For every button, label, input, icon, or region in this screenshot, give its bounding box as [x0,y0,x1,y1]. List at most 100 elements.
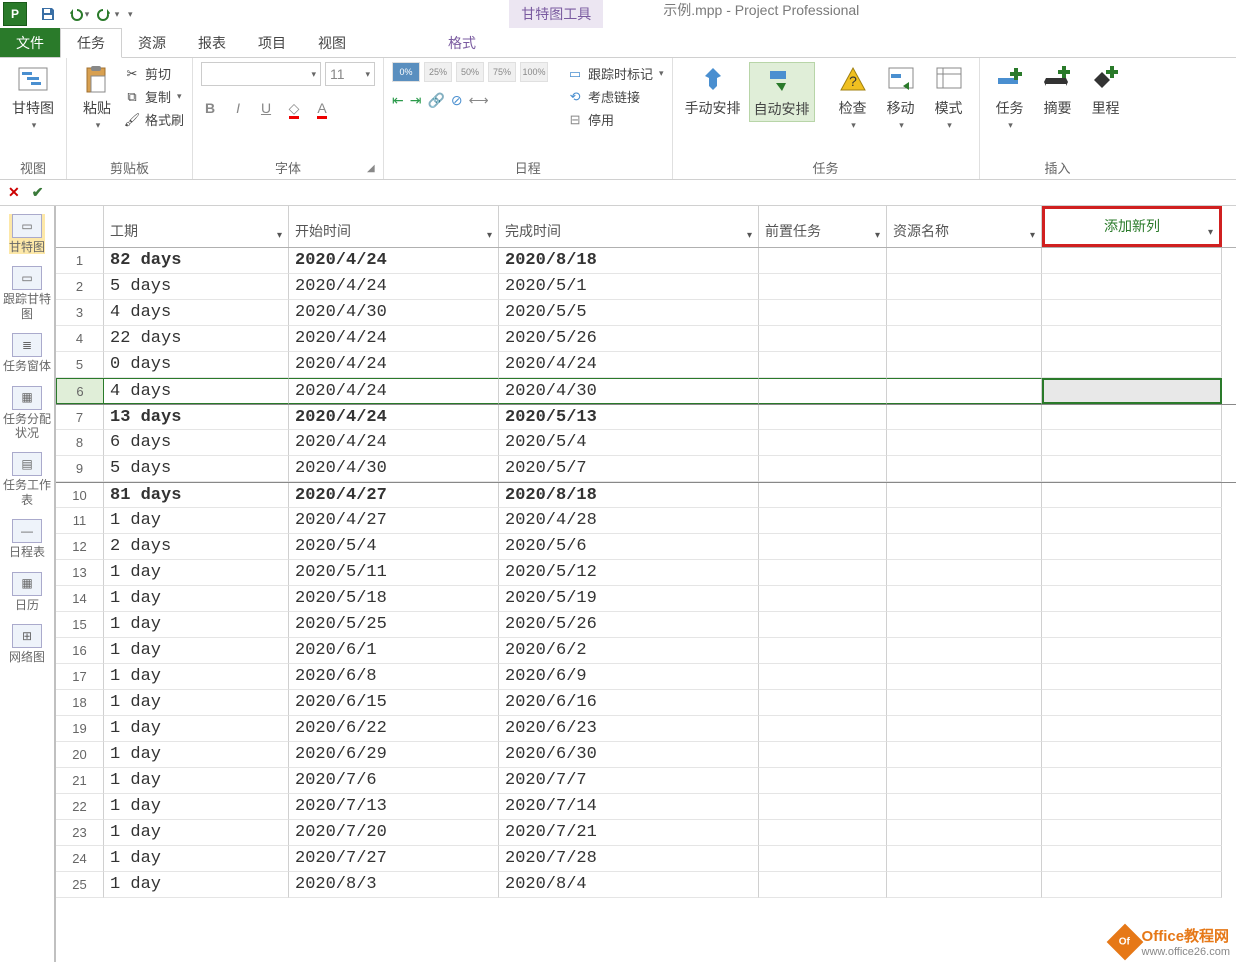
cell-finish[interactable]: 2020/7/7 [499,768,759,794]
cell-start[interactable]: 2020/4/24 [289,405,499,430]
indent-icon[interactable]: ⇥ [410,92,422,109]
cell-finish[interactable]: 2020/6/30 [499,742,759,768]
cell-start[interactable]: 2020/5/25 [289,612,499,638]
cell-new[interactable] [1042,405,1222,430]
cell-predecessors[interactable] [759,768,887,794]
cell-predecessors[interactable] [759,846,887,872]
cell-resources[interactable] [887,742,1042,768]
row-number[interactable]: 18 [56,690,104,716]
col-duration[interactable]: 工期▾ [104,206,289,247]
cell-duration[interactable]: 81 days [104,483,289,508]
cell-start[interactable]: 2020/7/20 [289,820,499,846]
cell-predecessors[interactable] [759,483,887,508]
cell-resources[interactable] [887,612,1042,638]
cell-duration[interactable]: 1 day [104,742,289,768]
table-row[interactable]: 122 days2020/5/42020/5/6 [56,534,1236,560]
cell-finish[interactable]: 2020/6/23 [499,716,759,742]
cell-start[interactable]: 2020/4/24 [289,248,499,274]
cell-predecessors[interactable] [759,405,887,430]
cell-duration[interactable]: 4 days [104,300,289,326]
row-number[interactable]: 6 [56,378,104,404]
cell-resources[interactable] [887,248,1042,274]
filter-dropdown-icon[interactable]: ▾ [277,230,282,241]
cell-predecessors[interactable] [759,274,887,300]
font-size-select[interactable]: 11▾ [325,62,375,86]
cell-duration[interactable]: 22 days [104,326,289,352]
cell-start[interactable]: 2020/4/30 [289,300,499,326]
cell-predecessors[interactable] [759,300,887,326]
cell-start[interactable]: 2020/7/13 [289,794,499,820]
cell-new[interactable] [1042,794,1222,820]
cell-predecessors[interactable] [759,456,887,482]
table-row[interactable]: 201 day2020/6/292020/6/30 [56,742,1236,768]
cell-finish[interactable]: 2020/5/12 [499,560,759,586]
cell-start[interactable]: 2020/4/24 [289,274,499,300]
cell-predecessors[interactable] [759,430,887,456]
cell-finish[interactable]: 2020/5/6 [499,534,759,560]
cell-predecessors[interactable] [759,612,887,638]
cell-predecessors[interactable] [759,638,887,664]
unlink-icon[interactable]: ⊘ [451,92,463,109]
cell-resources[interactable] [887,326,1042,352]
cell-new[interactable] [1042,690,1222,716]
cell-duration[interactable]: 1 day [104,638,289,664]
row-number[interactable]: 25 [56,872,104,898]
cell-start[interactable]: 2020/6/15 [289,690,499,716]
cell-resources[interactable] [887,378,1042,404]
redo-icon[interactable]: ▾ [96,2,120,26]
cell-duration[interactable]: 4 days [104,378,289,404]
format-painter-button[interactable]: 🖌格式刷 [123,108,184,131]
cell-resources[interactable] [887,483,1042,508]
cell-duration[interactable]: 5 days [104,274,289,300]
cell-duration[interactable]: 13 days [104,405,289,430]
row-number[interactable]: 5 [56,352,104,378]
progress-50-button[interactable]: 50% [456,62,484,82]
view-calendar[interactable]: ▦日历 [12,572,42,612]
outdent-icon[interactable]: ⇤ [392,92,404,109]
row-number[interactable]: 17 [56,664,104,690]
progress-25-button[interactable]: 25% [424,62,452,82]
deactivate-button[interactable]: ⊟停用 [566,108,664,131]
cell-resources[interactable] [887,690,1042,716]
cell-duration[interactable]: 82 days [104,248,289,274]
cell-new[interactable] [1042,456,1222,482]
filter-dropdown-icon[interactable]: ▾ [1030,230,1035,241]
font-family-select[interactable]: ▾ [201,62,321,86]
cell-new[interactable] [1042,664,1222,690]
cell-predecessors[interactable] [759,716,887,742]
cell-finish[interactable]: 2020/8/18 [499,248,759,274]
progress-75-button[interactable]: 75% [488,62,516,82]
underline-button[interactable]: U [257,100,275,117]
col-finish[interactable]: 完成时间▾ [499,206,759,247]
table-row[interactable]: 171 day2020/6/82020/6/9 [56,664,1236,690]
table-row[interactable]: 25 days2020/4/242020/5/1 [56,274,1236,300]
tab-file[interactable]: 文件 [0,28,60,57]
cell-finish[interactable]: 2020/5/26 [499,612,759,638]
tab-task[interactable]: 任务 [60,28,122,58]
row-number[interactable]: 14 [56,586,104,612]
cell-duration[interactable]: 1 day [104,820,289,846]
cell-start[interactable]: 2020/6/1 [289,638,499,664]
cell-duration[interactable]: 1 day [104,794,289,820]
insert-task-button[interactable]: 任务▾ [988,62,1032,133]
table-row[interactable]: 64 days2020/4/242020/4/30 [56,378,1236,404]
view-task-usage[interactable]: ▦任务分配状况 [0,386,54,441]
filter-dropdown-icon[interactable]: ▾ [487,230,492,241]
cell-finish[interactable]: 2020/4/24 [499,352,759,378]
progress-100-button[interactable]: 100% [520,62,548,82]
row-number[interactable]: 7 [56,405,104,430]
row-number[interactable]: 15 [56,612,104,638]
cell-new[interactable] [1042,352,1222,378]
cell-new[interactable] [1042,716,1222,742]
filter-dropdown-icon[interactable]: ▾ [747,230,752,241]
cell-predecessors[interactable] [759,534,887,560]
table-row[interactable]: 141 day2020/5/182020/5/19 [56,586,1236,612]
cell-resources[interactable] [887,586,1042,612]
cell-finish[interactable]: 2020/5/7 [499,456,759,482]
cell-new[interactable] [1042,586,1222,612]
cell-start[interactable]: 2020/4/24 [289,378,499,404]
cell-predecessors[interactable] [759,742,887,768]
cell-finish[interactable]: 2020/8/4 [499,872,759,898]
cell-new[interactable] [1042,768,1222,794]
cell-start[interactable]: 2020/6/22 [289,716,499,742]
